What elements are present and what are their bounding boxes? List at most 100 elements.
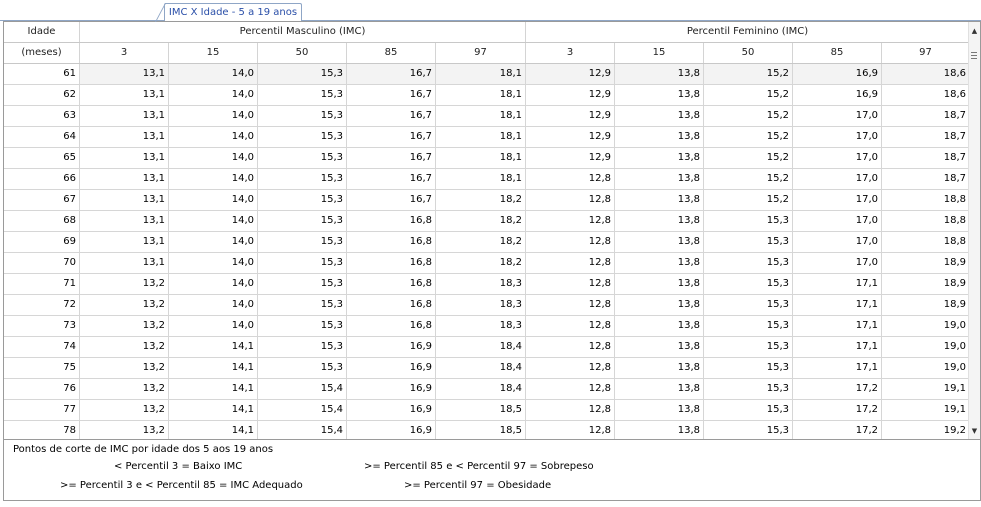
- cell-value[interactable]: 16,7: [347, 190, 436, 210]
- cell-value[interactable]: 12,8: [526, 421, 615, 439]
- cell-value[interactable]: 19,0: [882, 337, 969, 357]
- cell-value[interactable]: 18,1: [436, 85, 526, 105]
- cell-value[interactable]: 13,1: [80, 106, 169, 126]
- cell-value[interactable]: 13,1: [80, 253, 169, 273]
- cell-value[interactable]: 12,9: [526, 148, 615, 168]
- cell-value[interactable]: 18,1: [436, 127, 526, 147]
- cell-value[interactable]: 15,3: [258, 64, 347, 84]
- cell-value[interactable]: 14,1: [169, 358, 258, 378]
- cell-value[interactable]: 14,0: [169, 148, 258, 168]
- cell-value[interactable]: 17,0: [793, 232, 882, 252]
- cell-value[interactable]: 14,0: [169, 127, 258, 147]
- cell-value[interactable]: 15,3: [258, 337, 347, 357]
- cell-value[interactable]: 16,8: [347, 232, 436, 252]
- cell-value[interactable]: 13,1: [80, 148, 169, 168]
- cell-value[interactable]: 17,0: [793, 106, 882, 126]
- cell-value[interactable]: 12,8: [526, 211, 615, 231]
- cell-value[interactable]: 18,7: [882, 106, 969, 126]
- cell-value[interactable]: 15,2: [704, 169, 793, 189]
- cell-value[interactable]: 13,8: [615, 211, 704, 231]
- cell-value[interactable]: 13,1: [80, 190, 169, 210]
- cell-value[interactable]: 12,8: [526, 358, 615, 378]
- cell-value[interactable]: 15,3: [704, 295, 793, 315]
- cell-value[interactable]: 13,1: [80, 232, 169, 252]
- cell-idade[interactable]: 75: [4, 358, 80, 378]
- cell-value[interactable]: 17,1: [793, 274, 882, 294]
- table-row[interactable]: 66 13,1 14,0 15,3 16,7 18,1 12,8 13,8 15,2 17,0 18…: [4, 169, 969, 190]
- cell-idade[interactable]: 74: [4, 337, 80, 357]
- cell-value[interactable]: 13,2: [80, 316, 169, 336]
- cell-value[interactable]: 15,3: [704, 316, 793, 336]
- cell-value[interactable]: 17,0: [793, 211, 882, 231]
- vertical-scrollbar[interactable]: ▲ ▼: [968, 22, 980, 439]
- cell-value[interactable]: 18,3: [436, 274, 526, 294]
- cell-idade[interactable]: 72: [4, 295, 80, 315]
- cell-value[interactable]: 17,0: [793, 253, 882, 273]
- cell-value[interactable]: 12,8: [526, 379, 615, 399]
- cell-value[interactable]: 13,8: [615, 127, 704, 147]
- cell-value[interactable]: 16,9: [347, 421, 436, 439]
- table-row[interactable]: 75 13,2 14,1 15,3 16,9 18,4 12,8 13,8 15,3 17,1 19…: [4, 358, 969, 379]
- cell-idade[interactable]: 76: [4, 379, 80, 399]
- cell-value[interactable]: 16,9: [793, 85, 882, 105]
- cell-value[interactable]: 13,8: [615, 85, 704, 105]
- cell-value[interactable]: 15,4: [258, 421, 347, 439]
- cell-value[interactable]: 18,2: [436, 190, 526, 210]
- cell-value[interactable]: 18,7: [882, 148, 969, 168]
- cell-value[interactable]: 14,1: [169, 400, 258, 420]
- cell-value[interactable]: 15,3: [258, 106, 347, 126]
- cell-value[interactable]: 18,1: [436, 64, 526, 84]
- cell-idade[interactable]: 62: [4, 85, 80, 105]
- cell-value[interactable]: 15,2: [704, 127, 793, 147]
- cell-value[interactable]: 15,3: [258, 295, 347, 315]
- cell-value[interactable]: 16,8: [347, 253, 436, 273]
- cell-idade[interactable]: 70: [4, 253, 80, 273]
- cell-value[interactable]: 18,9: [882, 274, 969, 294]
- cell-value[interactable]: 19,1: [882, 400, 969, 420]
- cell-value[interactable]: 16,8: [347, 316, 436, 336]
- cell-value[interactable]: 12,8: [526, 274, 615, 294]
- cell-value[interactable]: 15,3: [258, 127, 347, 147]
- cell-value[interactable]: 14,0: [169, 64, 258, 84]
- cell-value[interactable]: 16,7: [347, 169, 436, 189]
- cell-value[interactable]: 13,8: [615, 421, 704, 439]
- cell-value[interactable]: 13,8: [615, 64, 704, 84]
- cell-idade[interactable]: 64: [4, 127, 80, 147]
- cell-value[interactable]: 12,9: [526, 85, 615, 105]
- cell-value[interactable]: 13,2: [80, 400, 169, 420]
- cell-value[interactable]: 12,8: [526, 253, 615, 273]
- cell-idade[interactable]: 66: [4, 169, 80, 189]
- table-row[interactable]: 63 13,1 14,0 15,3 16,7 18,1 12,9 13,8 15,2 17,0 18…: [4, 106, 969, 127]
- cell-value[interactable]: 13,2: [80, 337, 169, 357]
- cell-value[interactable]: 17,2: [793, 400, 882, 420]
- cell-value[interactable]: 18,3: [436, 295, 526, 315]
- cell-value[interactable]: 12,9: [526, 106, 615, 126]
- cell-value[interactable]: 13,2: [80, 274, 169, 294]
- table-row[interactable]: 71 13,2 14,0 15,3 16,8 18,3 12,8 13,8 15,3 17,1 18…: [4, 274, 969, 295]
- cell-value[interactable]: 12,8: [526, 295, 615, 315]
- table-row[interactable]: 76 13,2 14,1 15,4 16,9 18,4 12,8 13,8 15,3 17,2 19…: [4, 379, 969, 400]
- cell-value[interactable]: 13,1: [80, 85, 169, 105]
- cell-value[interactable]: 15,3: [704, 274, 793, 294]
- cell-value[interactable]: 14,0: [169, 232, 258, 252]
- table-row[interactable]: 61 13,1 14,0 15,3 16,7 18,1 12,9 13,8 15,2 16,9 18…: [4, 64, 969, 85]
- cell-value[interactable]: 18,2: [436, 232, 526, 252]
- cell-value[interactable]: 18,8: [882, 211, 969, 231]
- cell-value[interactable]: 14,0: [169, 253, 258, 273]
- cell-idade[interactable]: 73: [4, 316, 80, 336]
- cell-value[interactable]: 13,1: [80, 211, 169, 231]
- cell-value[interactable]: 15,3: [704, 421, 793, 439]
- cell-idade[interactable]: 65: [4, 148, 80, 168]
- cell-idade[interactable]: 68: [4, 211, 80, 231]
- cell-value[interactable]: 19,1: [882, 379, 969, 399]
- table-row[interactable]: 64 13,1 14,0 15,3 16,7 18,1 12,9 13,8 15,2 17,0 18…: [4, 127, 969, 148]
- cell-value[interactable]: 14,0: [169, 274, 258, 294]
- cell-value[interactable]: 14,0: [169, 190, 258, 210]
- cell-value[interactable]: 18,7: [882, 169, 969, 189]
- cell-value[interactable]: 16,8: [347, 211, 436, 231]
- cell-value[interactable]: 15,3: [258, 358, 347, 378]
- cell-value[interactable]: 13,8: [615, 148, 704, 168]
- cell-idade[interactable]: 78: [4, 421, 80, 439]
- table-row[interactable]: 69 13,1 14,0 15,3 16,8 18,2 12,8 13,8 15,3 17,0 18…: [4, 232, 969, 253]
- cell-value[interactable]: 13,8: [615, 337, 704, 357]
